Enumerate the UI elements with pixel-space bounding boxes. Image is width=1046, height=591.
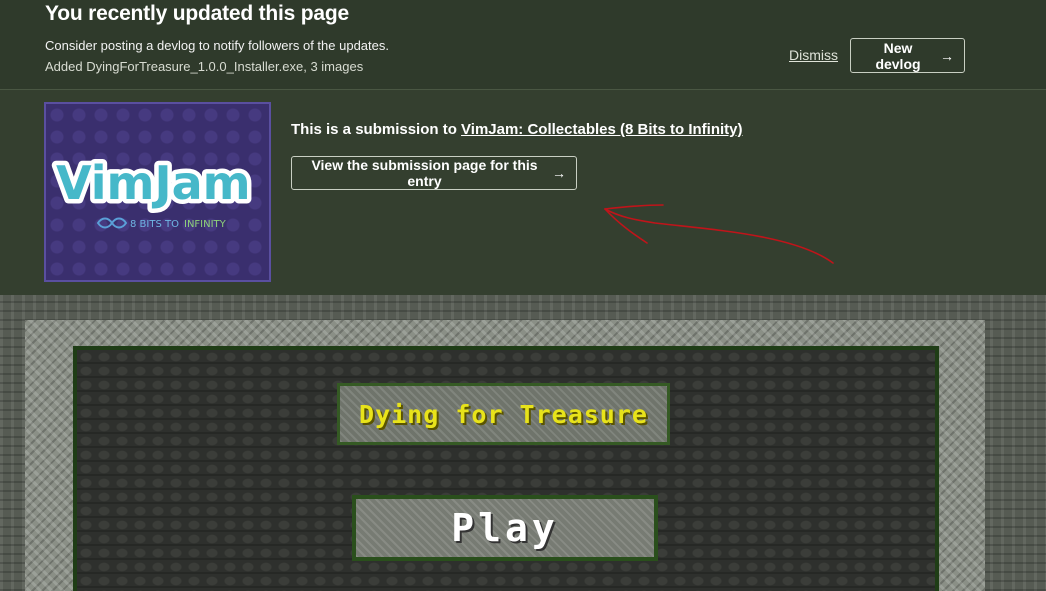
game-title-plate: Dying for Treasure [337, 383, 670, 445]
dismiss-link[interactable]: Dismiss [789, 47, 838, 63]
arrow-right-icon: → [940, 47, 954, 64]
play-button[interactable]: Play [352, 495, 658, 561]
update-banner: You recently updated this page Consider … [0, 0, 1046, 89]
jam-thumbnail[interactable]: VimJam VimJam 8 BITS TO INFINITY [44, 102, 271, 282]
arrow-right-icon: → [552, 165, 566, 181]
jam-link[interactable]: VimJam: Collectables (8 Bits to Infinity… [461, 121, 742, 138]
banner-files-line: Added DyingForTreasure_1.0.0_Installer.e… [45, 59, 364, 74]
game-title: Dying for Treasure [359, 399, 648, 429]
play-label: Play [451, 506, 559, 550]
view-submission-label: View the submission page for this entry [311, 157, 538, 189]
game-embed[interactable]: Dying for Treasure Play [0, 295, 1046, 591]
new-devlog-label: New devlog [875, 39, 921, 72]
view-submission-button[interactable]: View the submission page for this entry … [291, 156, 577, 190]
new-devlog-button[interactable]: New devlog → [850, 38, 965, 73]
jam-submission-section: VimJam VimJam 8 BITS TO INFINITY This is… [0, 89, 1046, 296]
vimjam-logo-text: VimJam [56, 156, 251, 210]
logo-subtext-b: INFINITY [184, 219, 227, 230]
submission-prefix: This is a submission to [291, 121, 462, 138]
banner-title: You recently updated this page [45, 2, 349, 25]
hand-drawn-arrow-annotation [604, 204, 834, 264]
submission-line: This is a submission to VimJam: Collecta… [291, 121, 743, 138]
logo-subtext-a: 8 BITS TO [130, 219, 179, 230]
vimjam-logo: VimJam VimJam 8 BITS TO INFINITY [52, 152, 256, 231]
infinity-icon [96, 217, 128, 229]
banner-description: Consider posting a devlog to notify foll… [45, 38, 389, 53]
